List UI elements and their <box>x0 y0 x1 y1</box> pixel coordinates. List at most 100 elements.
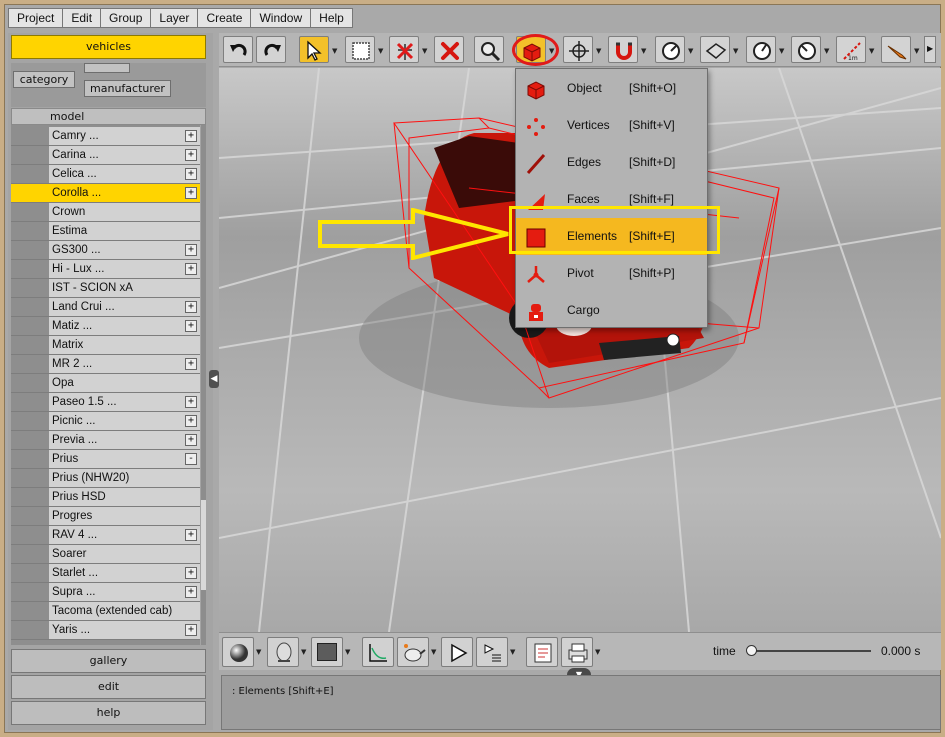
chevron-down-icon[interactable]: ▼ <box>301 648 306 656</box>
collapse-panel-handle[interactable]: ◀ <box>209 370 219 388</box>
chevron-down-icon[interactable]: ▼ <box>431 648 436 656</box>
menu-item-pivot[interactable]: Pivot [Shift+P] <box>516 255 707 292</box>
list-item[interactable]: RAV 4 ... + <box>11 526 200 545</box>
list-item[interactable]: Prius - <box>11 450 200 469</box>
animate-button[interactable] <box>397 637 429 667</box>
menu-help[interactable]: Help <box>310 8 353 28</box>
menu-item-edges[interactable]: Edges [Shift+D] <box>516 144 707 181</box>
background-color-button[interactable] <box>311 637 343 667</box>
menu-item-cargo[interactable]: Cargo <box>516 292 707 329</box>
menu-create[interactable]: Create <box>197 8 252 28</box>
expand-button[interactable]: + <box>185 301 197 313</box>
undo-button[interactable] <box>223 36 253 63</box>
measure-button[interactable] <box>746 36 776 63</box>
menu-edit[interactable]: Edit <box>62 8 102 28</box>
list-item[interactable]: Yaris ... + <box>11 621 200 640</box>
chevron-down-icon[interactable]: ▼ <box>779 47 784 55</box>
expand-button[interactable]: + <box>185 434 197 446</box>
list-item[interactable]: Carina ... + <box>11 146 200 165</box>
expand-button[interactable]: + <box>185 586 197 598</box>
menu-project[interactable]: Project <box>8 8 64 28</box>
rect-select-button[interactable] <box>345 36 375 63</box>
chevron-down-icon[interactable]: ▼ <box>595 648 600 656</box>
list-item[interactable]: Land Crui ... + <box>11 298 200 317</box>
menu-item-vertices[interactable]: Vertices [Shift+V] <box>516 107 707 144</box>
list-item[interactable]: Celica ... + <box>11 165 200 184</box>
graph-button[interactable] <box>362 637 394 667</box>
delete-button[interactable] <box>434 36 464 63</box>
list-item[interactable]: Prius (NHW20) <box>11 469 200 488</box>
expand-button[interactable]: + <box>185 130 197 142</box>
chevron-down-icon[interactable]: ▼ <box>641 47 646 55</box>
menu-item-object[interactable]: Object [Shift+O] <box>516 70 707 107</box>
list-item[interactable]: MR 2 ... + <box>11 355 200 374</box>
list-item[interactable]: Matiz ... + <box>11 317 200 336</box>
expand-button[interactable]: + <box>185 187 197 199</box>
deselect-button[interactable] <box>389 36 419 63</box>
scrollbar-thumb[interactable] <box>201 500 206 590</box>
chevron-down-icon[interactable]: ▼ <box>688 47 693 55</box>
chevron-down-icon[interactable]: ▼ <box>378 47 383 55</box>
collapse-button[interactable]: - <box>185 453 197 465</box>
list-item[interactable]: Prius HSD <box>11 488 200 507</box>
chevron-down-icon[interactable]: ▼ <box>733 47 738 55</box>
chevron-down-icon[interactable]: ▼ <box>596 47 601 55</box>
edit-button[interactable]: edit <box>11 675 206 699</box>
expand-button[interactable]: + <box>185 567 197 579</box>
list-scrollbar[interactable] <box>201 125 206 645</box>
expand-button[interactable]: + <box>185 149 197 161</box>
chevron-down-icon[interactable]: ▼ <box>332 47 337 55</box>
list-item[interactable]: Progres <box>11 507 200 526</box>
time-slider-track[interactable] <box>751 650 871 652</box>
expand-button[interactable]: + <box>185 320 197 332</box>
material-button[interactable] <box>222 637 254 667</box>
tool-button[interactable] <box>881 36 911 63</box>
list-item[interactable]: Picnic ... + <box>11 412 200 431</box>
chevron-down-icon[interactable]: ▼ <box>824 47 829 55</box>
list-item[interactable]: Supra ... + <box>11 583 200 602</box>
ruler-button[interactable]: 1m <box>836 36 866 63</box>
chevron-down-icon[interactable]: ▼ <box>869 47 874 55</box>
list-item[interactable]: Opa <box>11 374 200 393</box>
list-item[interactable]: Matrix <box>11 336 200 355</box>
expand-button[interactable]: + <box>185 529 197 541</box>
list-item[interactable]: Hi - Lux ... + <box>11 260 200 279</box>
expand-button[interactable]: + <box>185 624 197 636</box>
expand-button[interactable]: + <box>185 244 197 256</box>
snap-button[interactable] <box>608 36 638 63</box>
chevron-down-icon[interactable]: ▼ <box>422 47 427 55</box>
menu-group[interactable]: Group <box>100 8 152 28</box>
angle-button[interactable] <box>791 36 821 63</box>
print-button[interactable] <box>561 637 593 667</box>
list-item[interactable]: Estima <box>11 222 200 241</box>
menu-layer[interactable]: Layer <box>150 8 199 28</box>
expand-button[interactable]: + <box>185 396 197 408</box>
expand-button[interactable]: + <box>185 263 197 275</box>
chevron-down-icon[interactable]: ▼ <box>345 648 350 656</box>
list-item[interactable]: Previa ... + <box>11 431 200 450</box>
list-item[interactable]: IST - SCION xA <box>11 279 200 298</box>
tab-manufacturer[interactable]: manufacturer <box>84 80 171 97</box>
redo-button[interactable] <box>256 36 286 63</box>
chevron-down-icon[interactable]: ▼ <box>256 648 261 656</box>
tab-category[interactable]: category <box>13 71 75 88</box>
playlist-button[interactable] <box>476 637 508 667</box>
list-item[interactable]: Tacoma (extended cab) <box>11 602 200 621</box>
select-tool-button[interactable] <box>299 36 329 63</box>
expand-button[interactable]: + <box>185 168 197 180</box>
measure-angle-button[interactable] <box>655 36 685 63</box>
menu-window[interactable]: Window <box>250 8 312 28</box>
list-item[interactable]: Corolla ... + <box>11 184 200 203</box>
list-item[interactable]: Crown <box>11 203 200 222</box>
gallery-button[interactable]: gallery <box>11 649 206 673</box>
list-item[interactable]: GS300 ... + <box>11 241 200 260</box>
vehicles-button[interactable]: vehicles <box>11 35 206 59</box>
help-button[interactable]: help <box>11 701 206 725</box>
list-header[interactable]: model <box>11 108 206 125</box>
chevron-down-icon[interactable]: ▼ <box>510 648 515 656</box>
move-tool-button[interactable] <box>563 36 593 63</box>
list-item[interactable]: Paseo 1.5 ... + <box>11 393 200 412</box>
list-item[interactable]: Starlet ... + <box>11 564 200 583</box>
report-button[interactable] <box>526 637 558 667</box>
expand-button[interactable]: + <box>185 358 197 370</box>
